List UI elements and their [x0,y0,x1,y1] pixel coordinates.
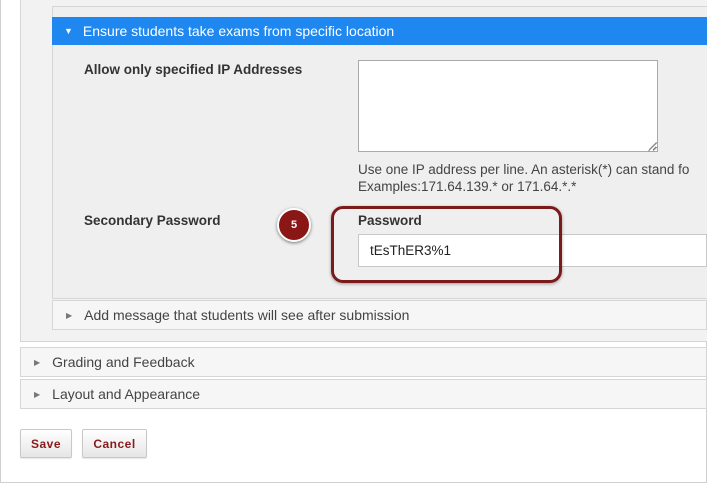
layout-section-title: Layout and Appearance [52,386,201,402]
layout-section-header[interactable]: ▶ Layout and Appearance [20,379,707,409]
caret-down-icon: ▼ [64,26,73,36]
message-section-title: Add message that students will see after… [84,307,410,323]
ip-help-text: Use one IP address per line. An asterisk… [358,162,690,177]
caret-right-icon: ▶ [66,310,73,320]
grading-section-header[interactable]: ▶ Grading and Feedback [20,347,707,377]
resize-grip-icon[interactable] [648,142,658,152]
location-section-title: Ensure students take exams from specific… [82,23,395,39]
save-button[interactable]: Save [20,429,72,458]
annotation-highlight-box [331,206,562,283]
cancel-button[interactable]: Cancel [82,429,147,458]
ip-examples-text: Examples:171.64.139.* or 171.64.*.* [358,179,577,194]
grading-section-title: Grading and Feedback [52,354,195,370]
message-section-header[interactable]: ▶ Add message that students will see aft… [52,300,707,330]
ip-addresses-label: Allow only specified IP Addresses [84,62,303,77]
ip-addresses-textarea[interactable] [358,60,658,152]
caret-right-icon: ▶ [34,389,41,399]
caret-right-icon: ▶ [34,357,41,367]
step-number-badge: 5 [277,208,311,242]
location-section-header[interactable]: ▼ Ensure students take exams from specif… [52,17,707,45]
secondary-password-label: Secondary Password [84,213,221,228]
